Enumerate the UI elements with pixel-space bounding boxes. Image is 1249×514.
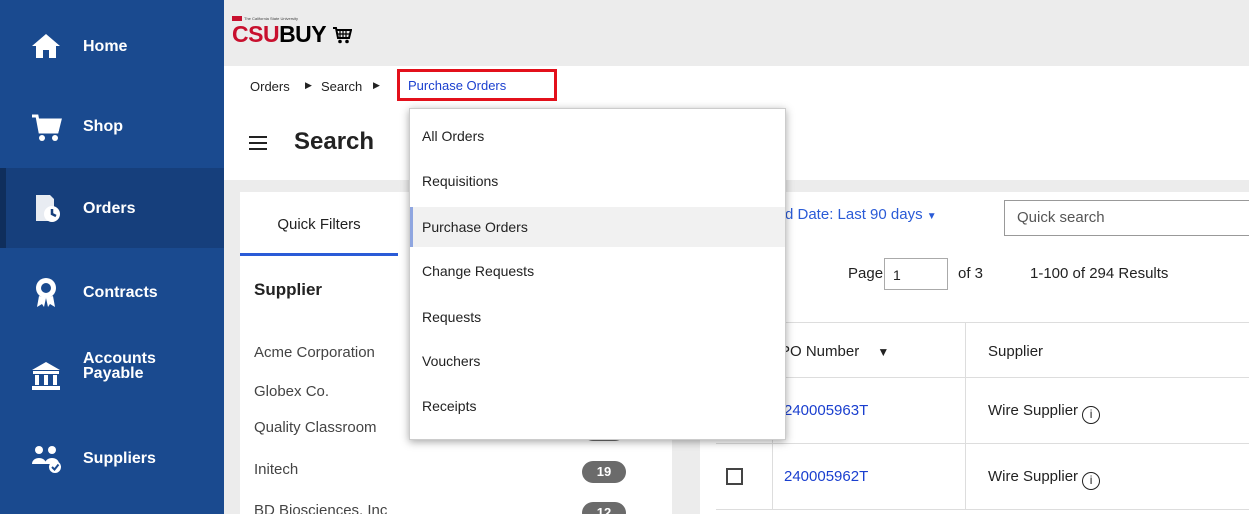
supplier-cell: Wire Supplier i <box>988 402 1101 424</box>
page-total-label: of 3 <box>958 265 984 282</box>
orders-icon <box>36 195 60 222</box>
supplier-count-badge: 12 <box>582 502 626 514</box>
column-separator <box>965 378 966 443</box>
quick-search-input[interactable]: Quick search <box>1004 200 1249 236</box>
supplier-name: Acme Corporation <box>254 344 375 361</box>
info-icon[interactable]: i <box>1082 472 1101 490</box>
sidebar-item-label: Shop <box>83 118 123 135</box>
table-row: 240005963T Wire Supplier i <box>716 378 1249 444</box>
sidebar-item-label: Home <box>83 38 128 55</box>
menu-item-all-orders[interactable]: All Orders <box>410 116 785 156</box>
sidebar-item-home[interactable]: Home <box>0 6 224 86</box>
column-header-po-number[interactable]: PO Number ▼ <box>780 343 889 360</box>
logo-wordmark: CSUBUY <box>232 21 352 48</box>
sidebar-item-accounts-payable[interactable]: Accounts Payable <box>0 334 224 414</box>
sidebar-item-label: Orders <box>83 200 136 217</box>
logo-cart-icon <box>332 27 352 44</box>
sidebar-nav: Home Shop Orders Contracts Accounts Paya… <box>0 0 224 514</box>
menu-item-change-requests[interactable]: Change Requests <box>410 251 785 291</box>
supplier-count-badge: 19 <box>582 461 626 483</box>
supplier-filter-item[interactable]: BD Biosciences, Inc 12 <box>254 502 654 514</box>
home-icon <box>32 34 60 58</box>
breadcrumb-separator-icon: ▶ <box>373 80 380 90</box>
page-number-input[interactable]: 1 <box>884 258 948 290</box>
page-title: Search <box>294 128 375 155</box>
order-type-dropdown-menu: All Orders Requisitions Purchase Orders … <box>409 108 786 440</box>
menu-item-receipts[interactable]: Receipts <box>410 386 785 426</box>
date-filter-dropdown[interactable]: d Date: Last 90 days ▼ <box>785 206 937 223</box>
po-number-link[interactable]: 240005963T <box>784 402 868 419</box>
sidebar-item-suppliers[interactable]: Suppliers <box>0 418 224 498</box>
supplier-name: Wire Supplier <box>988 402 1079 419</box>
row-select-checkbox[interactable] <box>726 468 743 485</box>
supplier-name: BD Biosciences, Inc <box>254 502 388 514</box>
po-number-link[interactable]: 240005962T <box>784 468 868 485</box>
supplier-cell: Wire Supplier i <box>988 468 1101 490</box>
menu-item-vouchers[interactable]: Vouchers <box>410 341 785 381</box>
cart-icon <box>32 114 62 141</box>
supplier-name: Quality Classroom <box>254 419 377 436</box>
breadcrumb-search[interactable]: Search <box>321 79 362 94</box>
sort-descending-icon: ▼ <box>877 345 890 359</box>
tab-quick-filters[interactable]: Quick Filters <box>240 192 398 256</box>
suppliers-icon <box>32 446 61 473</box>
hamburger-menu-icon[interactable] <box>249 136 267 150</box>
supplier-filter-heading: Supplier <box>254 280 323 299</box>
menu-item-requests[interactable]: Requests <box>410 297 785 337</box>
results-count: 1-100 of 294 Results <box>1030 265 1169 282</box>
breadcrumb: Orders ▶ Search ▶ Purchase Orders <box>224 66 1249 104</box>
menu-item-requisitions[interactable]: Requisitions <box>410 161 785 201</box>
breadcrumb-current-dropdown[interactable]: Purchase Orders <box>397 69 557 101</box>
table-header: PO Number ▼ Supplier <box>716 322 1249 378</box>
breadcrumb-separator-icon: ▶ <box>305 80 312 90</box>
supplier-name: Initech <box>254 461 299 478</box>
contracts-award-icon <box>36 278 56 307</box>
column-header-label: PO Number <box>780 343 860 360</box>
sidebar-item-label: Suppliers <box>83 450 156 467</box>
column-separator <box>772 444 773 509</box>
logo-csu-text: CSU <box>232 21 280 47</box>
app-header: The California State University CSUBUY <box>224 0 1249 66</box>
page-label: Page <box>848 265 884 282</box>
column-header-supplier[interactable]: Supplier <box>988 343 1043 360</box>
chevron-down-icon: ▼ <box>926 211 937 222</box>
tab-active-indicator <box>240 253 398 256</box>
column-separator <box>965 323 966 377</box>
sidebar-item-label: Contracts <box>83 284 158 301</box>
table-row: 240005962T Wire Supplier i <box>716 444 1249 510</box>
supplier-name: Wire Supplier <box>988 468 1079 485</box>
breadcrumb-orders[interactable]: Orders <box>250 79 290 94</box>
sidebar-item-contracts[interactable]: Contracts <box>0 252 224 332</box>
supplier-filter-item[interactable]: Initech 19 <box>254 461 654 485</box>
sidebar-item-shop[interactable]: Shop <box>0 86 224 166</box>
date-filter-label: d Date: Last 90 days <box>785 206 923 223</box>
sidebar-item-orders[interactable]: Orders <box>0 168 224 248</box>
logo-buy-text: BUY <box>279 21 326 47</box>
menu-item-purchase-orders[interactable]: Purchase Orders <box>410 207 785 247</box>
bank-icon <box>32 362 60 390</box>
sidebar-item-label: Payable <box>83 365 144 382</box>
column-separator <box>965 444 966 509</box>
info-icon[interactable]: i <box>1082 406 1101 424</box>
csubuy-logo[interactable]: The California State University CSUBUY <box>232 16 352 56</box>
supplier-name: Globex Co. <box>254 383 330 400</box>
